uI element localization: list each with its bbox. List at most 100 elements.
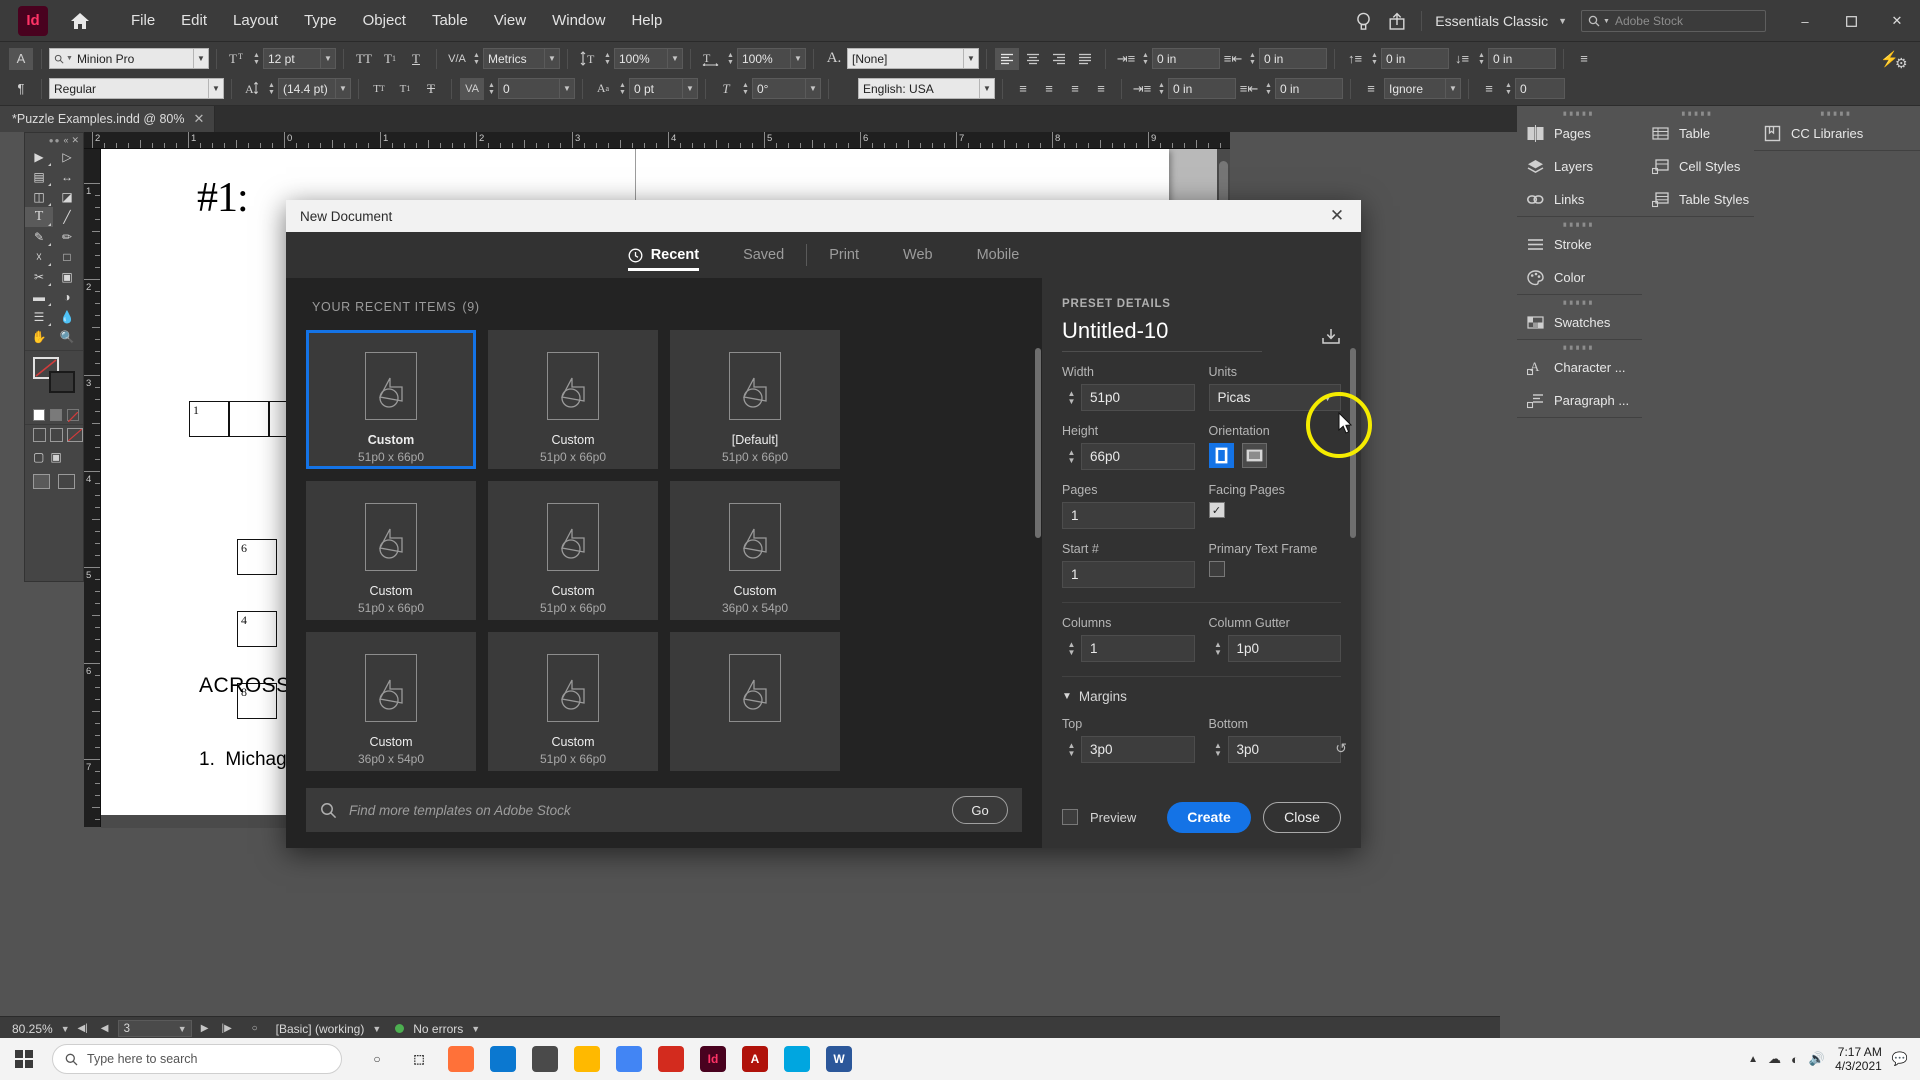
word-icon[interactable]: W xyxy=(818,1038,860,1080)
recent-item-card[interactable]: Custom 51p0 x 66p0 xyxy=(488,330,658,469)
kerning-combo[interactable]: ▲ ▼ Metrics ▼ xyxy=(470,48,560,69)
share-icon[interactable] xyxy=(1380,0,1414,42)
tracking-value[interactable]: 0 xyxy=(498,78,560,99)
preview-view-icon[interactable]: ▣ xyxy=(50,450,61,464)
column-gutter-stepper[interactable]: ▲ ▼ xyxy=(1209,635,1228,662)
columns-value[interactable]: 1 xyxy=(1081,635,1195,662)
taskbar-search-input[interactable]: Type here to search xyxy=(52,1044,342,1074)
cortana-icon[interactable]: ○ xyxy=(356,1038,398,1080)
menu-table[interactable]: Table xyxy=(419,6,481,35)
link-margins-icon[interactable]: ↺ xyxy=(1335,740,1347,757)
small-caps-icon[interactable]: TT xyxy=(367,78,391,100)
firefox-icon[interactable] xyxy=(440,1038,482,1080)
apply-gradient-icon[interactable] xyxy=(50,428,63,442)
drop-cap-lines-combo[interactable]: ▲ ▼ 0 xyxy=(1502,78,1565,99)
align-left-icon[interactable] xyxy=(995,47,1019,70)
first-line-indent-value[interactable]: 0 in xyxy=(1168,78,1236,99)
tool-free-transform[interactable]: ▣ xyxy=(53,267,81,287)
skew-combo[interactable]: ▲ ▼ 0° ▼ xyxy=(739,78,821,99)
space-after-value[interactable]: 0 in xyxy=(1488,48,1556,69)
all-caps-icon[interactable]: TT xyxy=(352,48,376,70)
toolbox-header[interactable]: ●● « ✕ xyxy=(25,133,83,147)
tool-line[interactable]: ╱ xyxy=(53,207,81,227)
drop-cap-lines-stepper[interactable]: ▲ ▼ xyxy=(1502,78,1515,99)
recent-item-card[interactable] xyxy=(670,632,840,771)
tool-zoom[interactable]: 🔍 xyxy=(53,327,81,347)
home-icon[interactable] xyxy=(60,0,100,42)
landscape-icon[interactable] xyxy=(1241,443,1267,468)
workspace-chevron-down-icon[interactable]: ▼ xyxy=(1558,16,1567,26)
indent-right-value[interactable]: 0 in xyxy=(1259,48,1327,69)
baseline-shift-combo[interactable]: ▲ ▼ 0 pt ▼ xyxy=(616,78,698,99)
margin-top-value[interactable]: 3p0 xyxy=(1081,736,1195,763)
margins-chevron-down-icon[interactable]: ▼ xyxy=(1062,691,1072,702)
tool-gap[interactable]: ↔ xyxy=(53,167,81,187)
column-gutter-field[interactable]: ▲ ▼ 1p0 xyxy=(1209,635,1341,662)
tool-gradient-swatch[interactable]: ▬ xyxy=(25,287,53,307)
normal-view-icon[interactable]: ▢ xyxy=(33,450,44,464)
preset-name-input[interactable]: Untitled-10 xyxy=(1062,318,1262,352)
paragraph-style-combo[interactable]: [None] ▼ xyxy=(847,48,979,69)
tab-recent[interactable]: Recent xyxy=(606,232,721,278)
column-gutter-value[interactable]: 1p0 xyxy=(1227,635,1341,662)
panel-item-color[interactable]: Color xyxy=(1517,261,1642,294)
panel-item-cc-libraries[interactable]: CC Libraries xyxy=(1754,117,1920,150)
horizontal-scale-value[interactable]: 100% xyxy=(737,48,791,69)
screen-mode-preview-icon[interactable] xyxy=(58,474,75,489)
font-style-value[interactable]: Regular xyxy=(49,78,209,99)
space-after-stepper[interactable]: ▲ ▼ xyxy=(1475,48,1488,69)
create-button[interactable]: Create xyxy=(1167,801,1251,833)
preset-pane-scrollbar[interactable] xyxy=(1350,278,1359,788)
recent-item-card[interactable]: [Default] 51p0 x 66p0 xyxy=(670,330,840,469)
panel-item-table-styles[interactable]: Table Styles xyxy=(1642,183,1754,216)
vertical-scale-chevron-down-icon[interactable]: ▼ xyxy=(668,48,683,69)
tool-scissors[interactable]: ✂ xyxy=(25,267,53,287)
tool-page[interactable]: ▤ xyxy=(25,167,53,187)
menu-view[interactable]: View xyxy=(481,6,539,35)
page-number-input[interactable]: 3 ▼ xyxy=(117,1020,192,1037)
align-center-icon[interactable] xyxy=(1021,48,1045,70)
notifications-icon[interactable]: 💬 xyxy=(1892,1051,1908,1067)
acrobat-dc-icon[interactable] xyxy=(650,1038,692,1080)
go-button[interactable]: Go xyxy=(952,796,1008,824)
chrome-icon[interactable] xyxy=(608,1038,650,1080)
panel-item-cell-styles[interactable]: Cell Styles xyxy=(1642,150,1754,183)
acrobat-icon[interactable]: A xyxy=(734,1038,776,1080)
font-family-chevron-down-icon[interactable]: ▼ xyxy=(194,48,209,69)
tool-pen[interactable]: ✎ xyxy=(25,227,53,247)
align-top-icon[interactable]: ≡ xyxy=(1011,78,1035,100)
tab-print[interactable]: Print xyxy=(807,232,881,278)
apply-none-icon[interactable] xyxy=(67,428,83,442)
menu-window[interactable]: Window xyxy=(539,6,618,35)
panel-group-grip[interactable]: ▖▖▖▖▖ xyxy=(1517,217,1642,228)
recent-item-card[interactable]: Custom 51p0 x 66p0 xyxy=(306,481,476,620)
horizontal-scale-chevron-down-icon[interactable]: ▼ xyxy=(791,48,806,69)
baseline-shift-stepper[interactable]: ▲ ▼ xyxy=(616,78,629,99)
skew-value[interactable]: 0° xyxy=(752,78,806,99)
paragraph-formatting-icon[interactable]: ¶ xyxy=(9,78,33,100)
none-fill-icon[interactable] xyxy=(67,409,79,423)
menu-file[interactable]: File xyxy=(118,6,168,35)
width-field[interactable]: ▲ ▼ 51p0 xyxy=(1062,384,1195,411)
tool-hand[interactable]: ✋ xyxy=(25,327,53,347)
baseline-shift-value[interactable]: 0 pt xyxy=(629,78,683,99)
vertical-ruler[interactable]: 12345678 xyxy=(84,149,101,827)
recent-item-card[interactable]: Custom 36p0 x 54p0 xyxy=(670,481,840,620)
tool-pencil[interactable]: ✏ xyxy=(53,227,81,247)
menu-type[interactable]: Type xyxy=(291,6,350,35)
font-size-combo[interactable]: ▲ ▼ 12 pt ▼ xyxy=(250,48,336,69)
store-icon[interactable] xyxy=(524,1038,566,1080)
first-line-indent-combo[interactable]: ▲ ▼ 0 in xyxy=(1155,78,1236,99)
preflight-profile[interactable]: [Basic] (working) xyxy=(276,1022,365,1036)
subscript-icon[interactable]: T1 xyxy=(393,78,417,100)
panel-item-paragraph[interactable]: Paragraph ... xyxy=(1517,384,1642,417)
panel-item-character[interactable]: A Character ... xyxy=(1517,351,1642,384)
tool-eyedropper[interactable]: 💧 xyxy=(53,307,81,327)
language-combo[interactable]: English: USA ▼ xyxy=(858,78,995,99)
default-fill-icon[interactable] xyxy=(33,409,45,421)
document-tab[interactable]: *Puzzle Examples.indd @ 80% ✕ xyxy=(0,106,216,132)
paragraph-style-chevron-down-icon[interactable]: ▼ xyxy=(964,48,979,69)
panel-item-table[interactable]: Table xyxy=(1642,117,1754,150)
explorer-icon[interactable] xyxy=(566,1038,608,1080)
hyphenation-combo[interactable]: Ignore ▼ xyxy=(1384,78,1461,99)
